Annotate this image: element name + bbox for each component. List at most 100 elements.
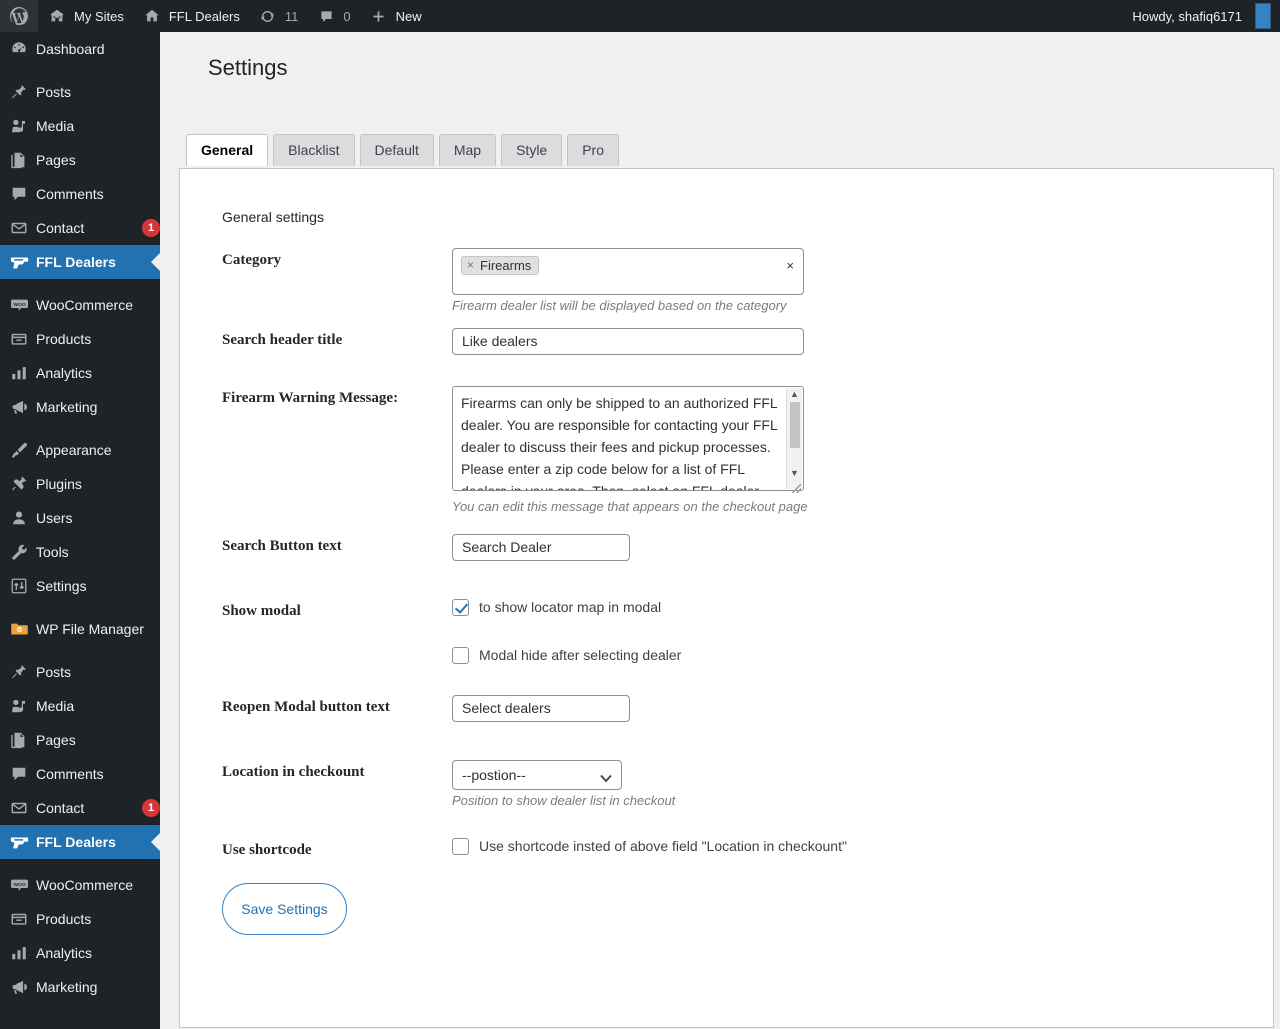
category-token[interactable]: × Firearms — [461, 255, 540, 275]
comments-menu[interactable]: 0 — [307, 0, 359, 32]
sidebar-item-wp-file-manager[interactable]: W WP File Manager — [0, 612, 160, 646]
tab-pro[interactable]: Pro — [567, 133, 620, 166]
scroll-thumb[interactable] — [789, 401, 800, 448]
show-locator-map-row[interactable]: to show locator map in modal — [452, 598, 1273, 616]
location-in-checkount-label: Location in checkount — [222, 763, 365, 780]
sidebar-item-woocommerce[interactable]: WOO WooCommerce — [0, 288, 160, 322]
sidebar-item-media[interactable]: Media — [0, 689, 160, 723]
comments-icon — [10, 184, 36, 204]
sidebar-item-posts[interactable]: Posts — [0, 75, 160, 109]
save-settings-button[interactable]: Save Settings — [222, 882, 347, 935]
sidebar-item-settings[interactable]: Settings — [0, 569, 160, 603]
sidebar-item-label: WooCommerce — [36, 297, 133, 313]
sidebar-item-plugins[interactable]: Plugins — [0, 467, 160, 501]
clear-icon[interactable]: × — [786, 259, 794, 272]
show-locator-map-label: to show locator map in modal — [479, 599, 662, 616]
site-name-menu[interactable]: FFL Dealers — [133, 0, 249, 32]
warning-message-textarea[interactable]: Firearms can only be shipped to an autho… — [452, 385, 804, 491]
sidebar-item-pages[interactable]: Pages — [0, 143, 160, 177]
modal-hide-row[interactable]: Modal hide after selecting dealer — [452, 646, 1273, 664]
sidebar-item-analytics[interactable]: Analytics — [0, 936, 160, 970]
sidebar-item-comments[interactable]: Comments — [0, 757, 160, 791]
sidebar-item-label: Products — [36, 331, 92, 347]
sidebar-item-label: Media — [36, 118, 75, 134]
sidebar-item-label: Appearance — [36, 442, 112, 458]
use-shortcode-checkbox[interactable] — [452, 837, 469, 855]
sidebar-item-users[interactable]: Users — [0, 501, 160, 535]
textarea-scrollbar[interactable]: ▲ ▼ — [786, 387, 802, 489]
sidebar-item-posts[interactable]: Posts — [0, 655, 160, 689]
reopen-modal-button-text-input[interactable] — [452, 694, 630, 722]
my-sites-label: My Sites — [74, 8, 124, 24]
section-title: General settings — [222, 208, 324, 225]
tab-style[interactable]: Style — [501, 133, 563, 166]
folder-icon: W — [10, 619, 36, 639]
modal-hide-label: Modal hide after selecting dealer — [479, 647, 682, 664]
sidebar-item-label: Tools — [36, 544, 69, 560]
updates-menu[interactable]: 11 — [249, 0, 308, 32]
tab-default[interactable]: Default — [359, 133, 434, 166]
category-multiselect[interactable]: × Firearms × — [452, 247, 804, 295]
textarea-resize-handle[interactable] — [792, 483, 801, 493]
location-in-checkount-hint: Position to show dealer list in checkout — [452, 792, 676, 808]
search-button-text-label: Search Button text — [222, 537, 342, 554]
sidebar-item-contact[interactable]: Contact 1 — [0, 791, 160, 825]
sidebar-item-analytics[interactable]: Analytics — [0, 356, 160, 390]
tools-wrench-icon — [10, 542, 36, 562]
scroll-down-icon[interactable]: ▼ — [790, 467, 799, 480]
token-remove-icon[interactable]: × — [467, 258, 474, 272]
sidebar-item-ffl-dealers[interactable]: FFL Dealers — [0, 245, 160, 279]
tab-general[interactable]: General — [186, 133, 269, 166]
svg-text:WOO: WOO — [13, 302, 26, 308]
settings-tabs: General Blacklist Default Map Style Pro — [160, 133, 1280, 166]
media-icon — [10, 696, 36, 716]
modal-hide-spacer — [222, 647, 452, 651]
sidebar-item-label: Comments — [36, 186, 104, 202]
dashboard-icon — [10, 39, 36, 59]
show-locator-map-checkbox[interactable] — [452, 598, 469, 616]
sidebar-item-label: Posts — [36, 84, 72, 100]
comments-icon — [10, 764, 36, 784]
wp-logo-menu[interactable] — [0, 0, 38, 32]
updates-count: 11 — [284, 8, 299, 24]
sidebar-item-appearance[interactable]: Appearance — [0, 433, 160, 467]
sidebar-item-pages[interactable]: Pages — [0, 723, 160, 757]
my-account-menu[interactable]: Howdy, shafiq6171 — [1123, 0, 1280, 32]
use-shortcode-label: Use shortcode — [222, 841, 312, 858]
appearance-brush-icon — [10, 440, 36, 460]
use-shortcode-checkbox-label: Use shortcode insted of above field "Loc… — [479, 838, 847, 855]
my-sites-menu[interactable]: My Sites — [38, 0, 133, 32]
sidebar-item-products[interactable]: Products — [0, 322, 160, 356]
token-label: Firearms — [480, 257, 532, 273]
sidebar-item-marketing[interactable]: Marketing — [0, 970, 160, 1004]
tab-map[interactable]: Map — [438, 133, 497, 166]
new-content-menu[interactable]: New — [360, 0, 431, 32]
location-in-checkount-select[interactable]: --postion-- — [452, 759, 622, 790]
sidebar-item-comments[interactable]: Comments — [0, 177, 160, 211]
sidebar-item-label: Media — [36, 698, 75, 714]
use-shortcode-row[interactable]: Use shortcode insted of above field "Loc… — [452, 837, 1273, 855]
scroll-up-icon[interactable]: ▲ — [790, 388, 799, 401]
sidebar-item-woocommerce[interactable]: WOO WooCommerce — [0, 868, 160, 902]
search-header-title-input[interactable] — [452, 327, 804, 355]
pages-icon — [10, 730, 36, 750]
menu-separator — [0, 279, 160, 288]
sidebar-item-media[interactable]: Media — [0, 109, 160, 143]
comments-count: 0 — [343, 8, 351, 24]
sidebar-item-marketing[interactable]: Marketing — [0, 390, 160, 424]
analytics-bars-icon — [10, 363, 36, 383]
sidebar-item-dashboard[interactable]: Dashboard — [0, 32, 160, 66]
sidebar-item-contact[interactable]: Contact 1 — [0, 211, 160, 245]
modal-hide-checkbox[interactable] — [452, 646, 469, 664]
pages-icon — [10, 150, 36, 170]
tab-label: Map — [453, 142, 482, 159]
sidebar-item-ffl-dealers[interactable]: FFL Dealers — [0, 825, 160, 859]
plugins-plug-icon — [10, 474, 36, 494]
sidebar-item-label: Marketing — [36, 399, 98, 415]
pistol-icon — [10, 252, 36, 272]
woocommerce-icon: WOO — [10, 295, 36, 315]
tab-blacklist[interactable]: Blacklist — [273, 133, 355, 166]
sidebar-item-tools[interactable]: Tools — [0, 535, 160, 569]
sidebar-item-products[interactable]: Products — [0, 902, 160, 936]
search-button-text-input[interactable] — [452, 533, 630, 561]
